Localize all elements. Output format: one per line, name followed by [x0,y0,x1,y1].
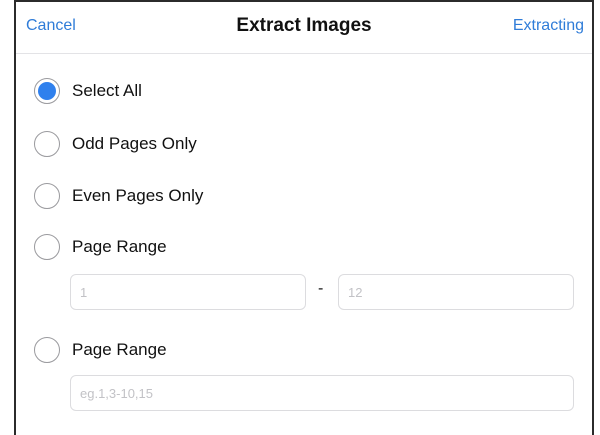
radio-unselected-icon[interactable] [34,337,60,363]
option-odd-pages[interactable]: Odd Pages Only [34,129,197,159]
option-label: Odd Pages Only [72,134,197,153]
radio-selected-icon[interactable] [34,78,60,104]
extracting-button[interactable]: Extracting [513,17,584,35]
option-page-range[interactable]: Page Range [34,232,167,262]
option-even-pages[interactable]: Even Pages Only [34,181,203,211]
option-label: Page Range [72,340,167,359]
range-to-input[interactable] [338,274,574,310]
range-separator: - [318,280,324,297]
custom-range-input[interactable] [70,375,574,411]
radio-unselected-icon[interactable] [34,131,60,157]
option-custom-page-range[interactable]: Page Range [34,335,167,365]
radio-unselected-icon[interactable] [34,234,60,260]
window-edge-right [592,0,594,435]
option-label: Page Range [72,237,167,256]
option-label: Select All [72,81,142,100]
window-edge-left [14,0,16,435]
page-title: Extract Images [236,15,372,36]
range-from-input[interactable] [70,274,306,310]
option-label: Even Pages Only [72,186,204,205]
radio-unselected-icon[interactable] [34,183,60,209]
navigation-bar: Cancel Extract Images Extracting [16,2,592,54]
extract-images-sheet: Cancel Extract Images Extracting Select … [0,0,600,435]
option-select-all[interactable]: Select All [34,76,142,106]
